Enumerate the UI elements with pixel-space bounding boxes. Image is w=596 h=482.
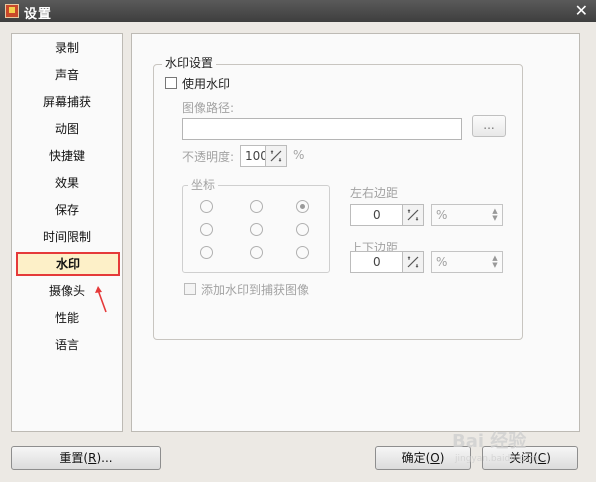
opacity-spin-arrows-icon[interactable] [265,146,286,166]
sidebar-item-gif[interactable]: 动图 [12,118,122,140]
vertical-margin-unit-select[interactable]: % ▲ ▼ [431,251,503,273]
horizontal-margin-spin-arrows-icon[interactable] [402,205,423,225]
sidebar-item-save[interactable]: 保存 [12,199,122,221]
sidebar-item-screen-capture[interactable]: 屏幕捕获 [12,91,122,113]
dialog-body: 录制 声音 屏幕捕获 动图 快捷键 效果 保存 时间限制 水印 摄像头 性能 语… [0,22,596,482]
horizontal-margin-value: 0 [373,208,381,222]
ok-button-suffix: ) [439,451,445,465]
reset-button-label: 重置( [59,451,89,465]
app-icon [5,4,19,18]
annotation-arrow-icon [95,286,107,313]
sidebar-item-record[interactable]: 录制 [12,37,122,59]
opacity-unit: % [293,148,305,162]
vertical-margin-spinner[interactable]: 0 [350,251,424,273]
image-path-label: 图像路径: [182,101,235,115]
position-radio-top-center[interactable] [250,200,263,213]
position-radio-middle-left[interactable] [200,223,213,236]
reset-button-suffix: )... [96,451,113,465]
close-window-icon[interactable]: ✕ [575,1,588,20]
watermark-settings-title: 水印设置 [162,54,217,71]
title-bar: 设置 ✕ [0,0,596,22]
horizontal-margin-unit-select[interactable]: % ▲ ▼ [431,204,503,226]
add-to-capture-label: 添加水印到捕获图像 [201,283,310,297]
watermark-settings-panel: 水印设置 使用水印 图像路径: ... 不透明度: 100 % 坐标 左右边距 … [131,33,580,432]
image-path-input[interactable] [182,118,462,140]
position-radio-bottom-right[interactable] [296,246,309,259]
position-radio-top-left[interactable] [200,200,213,213]
sidebar-item-time-limit[interactable]: 时间限制 [12,226,122,248]
ok-button-label: 确定( [401,451,431,465]
opacity-spinner[interactable]: 100 [240,145,287,167]
coordinate-title: 坐标 [188,176,219,193]
position-radio-bottom-center[interactable] [250,246,263,259]
settings-window: 设置 ✕ 录制 声音 屏幕捕获 动图 快捷键 效果 保存 时间限制 水印 摄像头… [0,0,596,482]
vertical-margin-spin-arrows-icon[interactable] [402,252,423,272]
use-watermark-checkbox[interactable] [165,77,177,89]
position-radio-middle-right[interactable] [296,223,309,236]
reset-button[interactable]: 重置(R)... [11,446,161,470]
sidebar-item-watermark[interactable]: 水印 [16,252,120,276]
horizontal-margin-label: 左右边距 [350,186,399,200]
sidebar-item-hotkeys[interactable]: 快捷键 [12,145,122,167]
updown-arrows-icon: ▲ ▼ [492,207,498,222]
close-button-key: C [537,451,547,465]
add-to-capture-checkbox[interactable] [184,283,196,295]
close-button-suffix: ) [546,451,551,465]
window-title: 设置 [24,7,53,22]
opacity-label: 不透明度: [182,150,235,164]
use-watermark-label: 使用水印 [182,77,231,91]
sidebar-item-effects[interactable]: 效果 [12,172,122,194]
position-radio-center[interactable] [250,223,263,236]
position-radio-bottom-left[interactable] [200,246,213,259]
horizontal-margin-unit: % [436,208,448,222]
position-radio-top-right[interactable] [296,200,309,213]
sidebar-item-language[interactable]: 语言 [12,334,122,356]
sidebar-item-audio[interactable]: 声音 [12,64,122,86]
horizontal-margin-spinner[interactable]: 0 [350,204,424,226]
baidu-watermark: Bai 经验 [452,431,527,452]
settings-category-list: 录制 声音 屏幕捕获 动图 快捷键 效果 保存 时间限制 水印 摄像头 性能 语… [11,33,123,432]
browse-button[interactable]: ... [472,115,506,137]
baidu-watermark-url: jingyan.baidu.com [455,454,539,464]
vertical-margin-unit: % [436,255,448,269]
updown-arrows-icon: ▲ ▼ [492,254,498,269]
vertical-margin-value: 0 [373,255,381,269]
ok-button-key: O [430,451,440,465]
